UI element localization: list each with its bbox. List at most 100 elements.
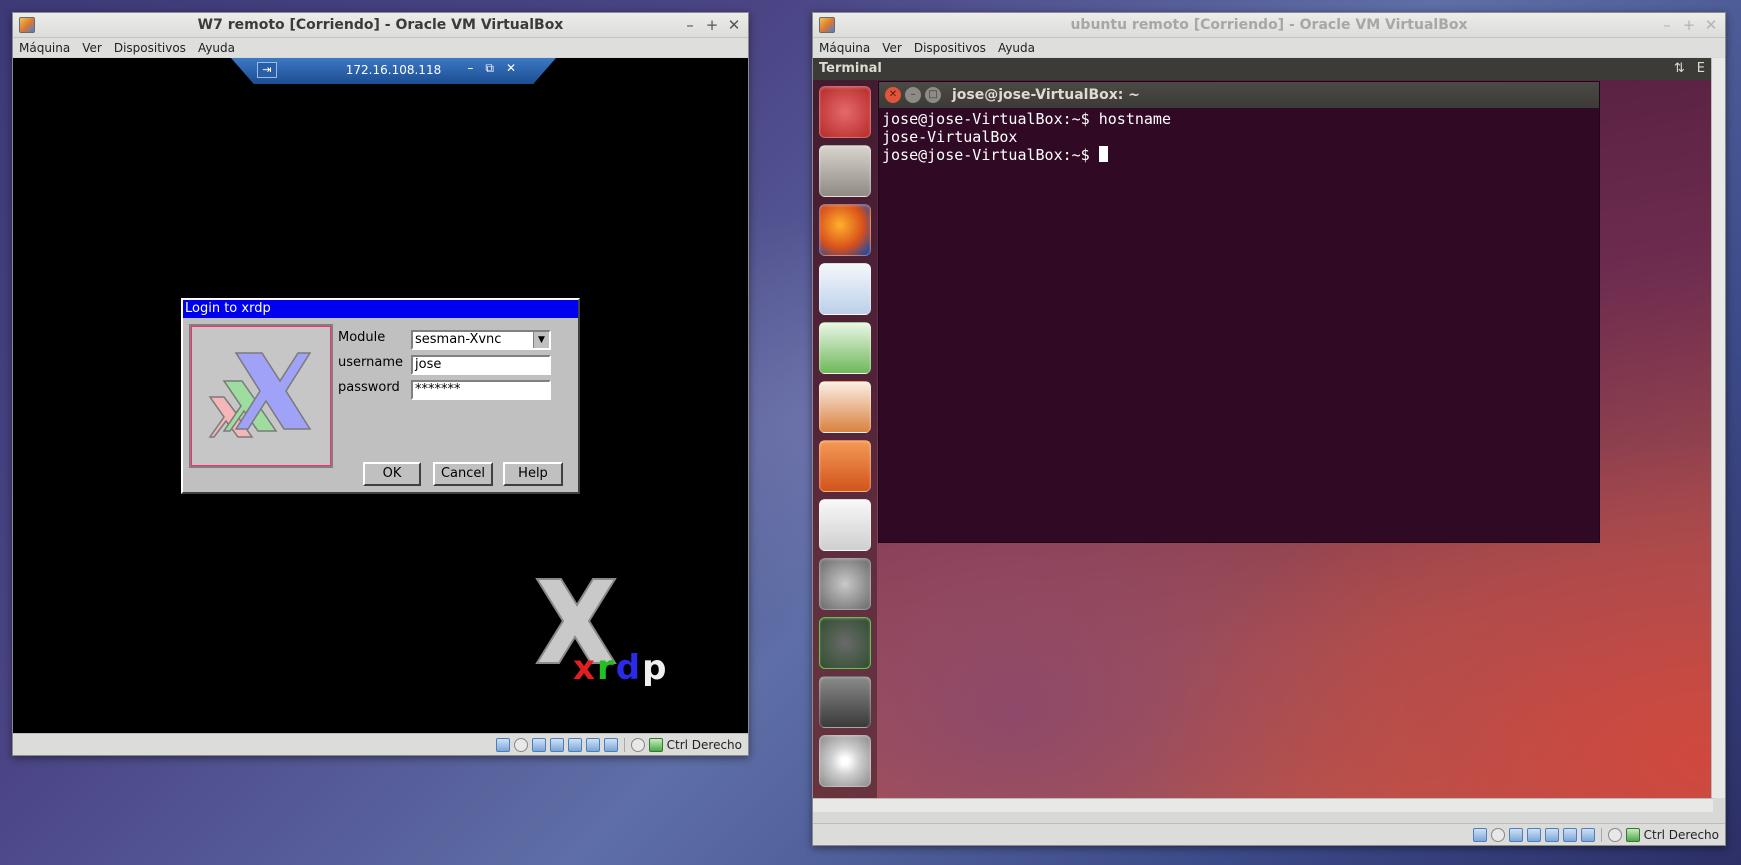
- module-value: sesman-Xvnc: [415, 332, 502, 347]
- shared-folders-icon[interactable]: [567, 737, 582, 752]
- status-separator: [1600, 827, 1602, 842]
- xrdp-letter-x: x: [573, 648, 597, 688]
- xrdp-x-logo-icon: [189, 324, 333, 468]
- module-label: Module: [338, 330, 386, 345]
- terminal-output[interactable]: jose@jose-VirtualBox:~$ hostname jose-Vi…: [879, 108, 1599, 166]
- vertical-scrollbar[interactable]: [1711, 58, 1725, 798]
- optical-drive-icon[interactable]: [513, 737, 528, 752]
- dash-home-icon[interactable]: [819, 86, 871, 138]
- close-icon[interactable]: ✕: [726, 16, 742, 34]
- usb-icon[interactable]: [1508, 827, 1523, 842]
- w7-guest-screen[interactable]: ⇥ 172.16.108.118 – ⧉ ✕ Login to xrdp Mod: [13, 58, 748, 733]
- menu-ayuda[interactable]: Ayuda: [998, 41, 1035, 55]
- xrdp-letter-p: p: [642, 648, 669, 688]
- video-capture-icon[interactable]: [1580, 827, 1595, 842]
- software-updater-icon[interactable]: [819, 617, 871, 669]
- menu-ver[interactable]: Ver: [82, 41, 102, 55]
- terminal-line: jose@jose-VirtualBox:~$: [882, 146, 1099, 164]
- terminal-line: jose@jose-VirtualBox:~$ hostname: [882, 110, 1171, 128]
- ubuntu-titlebar[interactable]: ubuntu remoto [Corriendo] - Oracle VM Vi…: [813, 13, 1725, 38]
- xrdp-letter-d: d: [615, 648, 643, 688]
- terminal-cursor: [1098, 146, 1108, 162]
- module-select[interactable]: sesman-Xvnc ▼: [411, 330, 551, 350]
- files-icon[interactable]: [819, 145, 871, 197]
- menu-dispositivos[interactable]: Dispositivos: [114, 41, 186, 55]
- unity-launcher: [813, 80, 877, 798]
- keyboard-capture-icon[interactable]: [1625, 827, 1640, 842]
- username-field[interactable]: jose: [411, 355, 551, 375]
- dropdown-arrow-icon[interactable]: ▼: [533, 332, 549, 348]
- w7-window-title: W7 remoto [Corriendo] - Oracle VM Virtua…: [197, 17, 564, 33]
- menu-maquina[interactable]: Máquina: [19, 41, 70, 55]
- mouse-integration-icon[interactable]: [1607, 827, 1622, 842]
- shared-folders-icon[interactable]: [1544, 827, 1559, 842]
- maximize-icon[interactable]: +: [704, 16, 720, 34]
- ubuntu-guest-screen[interactable]: Terminal ⇅ E ✕ – □ jose@jose-VirtualBox:…: [813, 58, 1713, 798]
- menu-maquina[interactable]: Máquina: [819, 41, 870, 55]
- network-icon[interactable]: [1526, 827, 1541, 842]
- password-field[interactable]: *******: [411, 380, 551, 400]
- terminal-close-icon[interactable]: ✕: [885, 87, 901, 103]
- optical-drive-icon[interactable]: [1490, 827, 1505, 842]
- network-icon[interactable]: [549, 737, 564, 752]
- w7-titlebar[interactable]: W7 remoto [Corriendo] - Oracle VM Virtua…: [13, 13, 748, 38]
- horizontal-scrollbar[interactable]: [813, 798, 1713, 812]
- terminal-minimize-icon[interactable]: –: [905, 87, 921, 103]
- host-key-label: Ctrl Derecho: [1643, 827, 1719, 842]
- w7-virtualbox-window: W7 remoto [Corriendo] - Oracle VM Virtua…: [12, 12, 749, 756]
- rdp-connection-bar: ⇥ 172.16.108.118 – ⧉ ✕: [231, 58, 556, 84]
- username-label: username: [338, 355, 403, 370]
- cancel-button[interactable]: Cancel: [433, 462, 493, 486]
- terminal-line: jose-VirtualBox: [882, 128, 1018, 146]
- hard-disk-icon[interactable]: [1472, 827, 1487, 842]
- terminal-launcher-icon[interactable]: [819, 676, 871, 728]
- calc-icon[interactable]: [819, 322, 871, 374]
- maximize-icon[interactable]: +: [1681, 16, 1697, 34]
- terminal-window[interactable]: ✕ – □ jose@jose-VirtualBox: ~ jose@jose-…: [878, 81, 1600, 543]
- system-settings-icon[interactable]: [819, 558, 871, 610]
- ubuntu-window-title: ubuntu remoto [Corriendo] - Oracle VM Vi…: [1070, 17, 1468, 33]
- status-separator: [623, 737, 625, 752]
- ubuntu-menubar: Máquina Ver Dispositivos Ayuda: [813, 38, 1725, 57]
- virtualbox-icon: [819, 17, 835, 33]
- xrdp-login-dialog: Login to xrdp Module sesman-Xvnc ▼ usern…: [181, 298, 580, 494]
- menu-ver[interactable]: Ver: [882, 41, 902, 55]
- terminal-title: jose@jose-VirtualBox: ~: [952, 87, 1141, 103]
- ok-button[interactable]: OK: [363, 462, 421, 486]
- rdp-minimize-icon[interactable]: –: [467, 61, 473, 76]
- terminal-maximize-icon[interactable]: □: [925, 87, 941, 103]
- usb-icon[interactable]: [531, 737, 546, 752]
- keyboard-capture-icon[interactable]: [648, 737, 663, 752]
- panel-app-title: Terminal: [819, 61, 882, 76]
- impress-icon[interactable]: [819, 381, 871, 433]
- rdp-restore-icon[interactable]: ⧉: [485, 61, 494, 76]
- close-icon[interactable]: ✕: [1703, 16, 1719, 34]
- network-indicator-icon[interactable]: ⇅: [1674, 58, 1685, 80]
- dvd-icon[interactable]: [819, 735, 871, 787]
- mouse-integration-icon[interactable]: [630, 737, 645, 752]
- video-capture-icon[interactable]: [603, 737, 618, 752]
- keyboard-indicator-icon[interactable]: E: [1697, 58, 1705, 80]
- ubuntu-virtualbox-window: ubuntu remoto [Corriendo] - Oracle VM Vi…: [812, 12, 1726, 846]
- menu-ayuda[interactable]: Ayuda: [198, 41, 235, 55]
- terminal-titlebar[interactable]: ✕ – □ jose@jose-VirtualBox: ~: [879, 82, 1599, 108]
- amazon-icon[interactable]: [819, 499, 871, 551]
- help-button[interactable]: Help: [503, 462, 563, 486]
- minimize-icon[interactable]: –: [1659, 16, 1675, 34]
- w7-menubar: Máquina Ver Dispositivos Ayuda: [13, 38, 748, 57]
- dialog-title: Login to xrdp: [183, 300, 578, 318]
- host-key-label: Ctrl Derecho: [666, 737, 742, 752]
- writer-icon[interactable]: [819, 263, 871, 315]
- password-label: password: [338, 380, 400, 395]
- virtualbox-icon: [19, 17, 35, 33]
- firefox-icon[interactable]: [819, 204, 871, 256]
- hard-disk-icon[interactable]: [495, 737, 510, 752]
- software-center-icon[interactable]: [819, 440, 871, 492]
- display-icon[interactable]: [1562, 827, 1577, 842]
- xrdp-letter-r: r: [596, 648, 616, 688]
- ubuntu-top-panel: Terminal ⇅ E: [813, 58, 1713, 80]
- display-icon[interactable]: [585, 737, 600, 752]
- rdp-close-icon[interactable]: ✕: [506, 61, 516, 76]
- menu-dispositivos[interactable]: Dispositivos: [914, 41, 986, 55]
- minimize-icon[interactable]: –: [682, 16, 698, 34]
